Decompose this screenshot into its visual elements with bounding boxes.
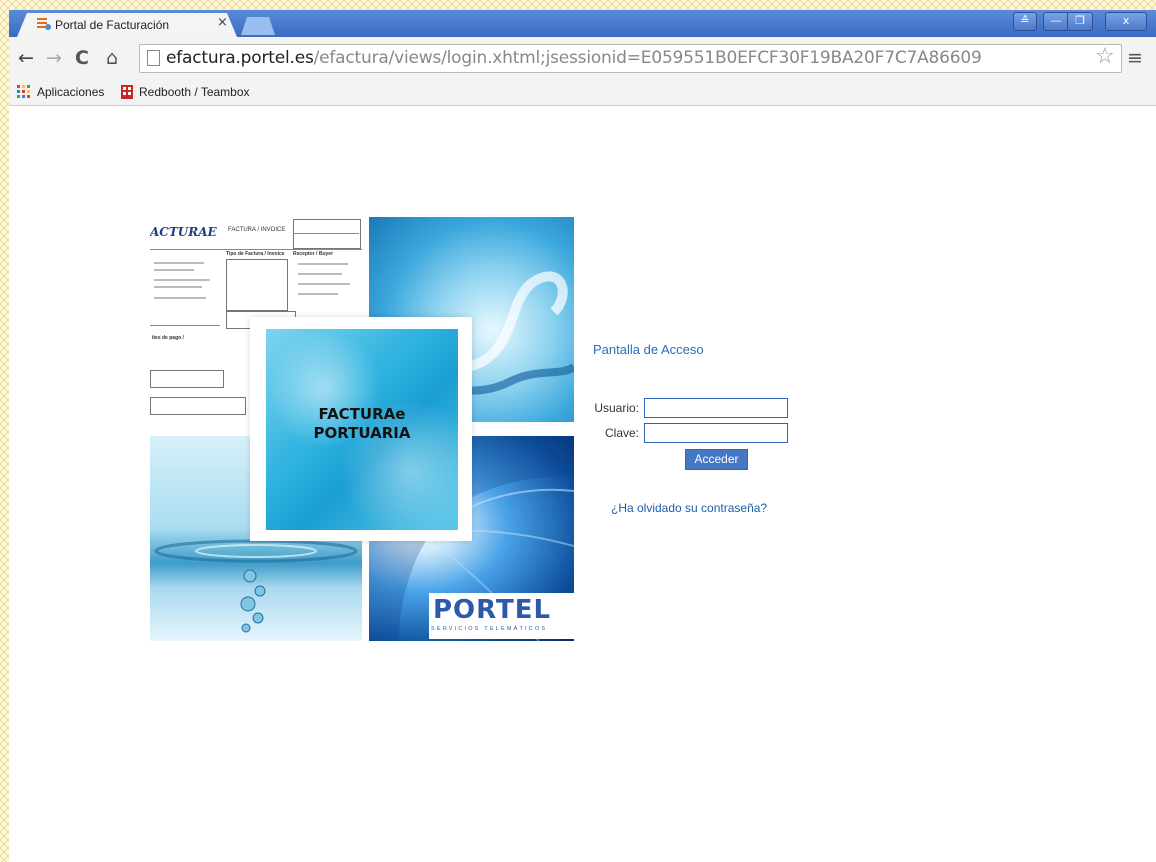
invoice-table (150, 397, 246, 415)
invoice-text-line (154, 279, 210, 281)
bookmark-redbooth-label: Redbooth / Teambox (139, 85, 250, 99)
portel-logo-text: PORTEL (433, 595, 552, 625)
login-submit-button[interactable]: Acceder (685, 449, 748, 470)
forgot-password-link[interactable]: ¿Ha olvidado su contraseña? (611, 501, 767, 515)
title-bar: Portal de Facturación × ≙ — ❐ x (9, 10, 1156, 37)
address-bar[interactable]: efactura.portel.es/efactura/views/login.… (139, 44, 1122, 73)
invoice-brand: ACTURAE (150, 225, 217, 239)
portel-tagline: SERVICIOS TELEMÁTICOS (431, 626, 548, 632)
portal-favicon-icon (37, 18, 51, 30)
desktop-background-top (0, 0, 1156, 10)
center-photo-frame: FACTURAe PORTUARIA (250, 317, 472, 541)
invoice-rule (150, 325, 220, 326)
browser-toolbar: ← → C ⌂ efactura.portel.es/efactura/view… (9, 37, 1156, 79)
url-path: /efactura/views/login.xhtml;jsessionid=E… (313, 48, 982, 68)
invoice-text-line (298, 263, 348, 265)
maximize-button[interactable]: ❐ (1067, 12, 1093, 31)
invoice-rule (293, 233, 359, 234)
tab-title: Portal de Facturación (55, 18, 170, 32)
new-tab-button[interactable] (241, 17, 275, 35)
invoice-section-tipo: Tipo de Factura / Invoice (226, 251, 285, 257)
bookmark-star-icon[interactable]: ☆ (1095, 45, 1115, 69)
login-title: Pantalla de Acceso (593, 342, 704, 357)
invoice-section-receptor: Receptor / Buyer (293, 251, 334, 257)
url-host: efactura.portel.es (166, 48, 314, 68)
portel-logo: PORTEL SERVICIOS TELEMÁTICOS (429, 593, 574, 639)
tab-close-icon[interactable]: × (217, 16, 228, 30)
desktop-background-left (0, 0, 9, 862)
invoice-table (150, 370, 224, 388)
url-text[interactable]: efactura.portel.es/efactura/views/login.… (166, 48, 982, 68)
bookmarks-bar: Aplicaciones Redbooth / Teambox (9, 79, 1156, 106)
password-label: Clave: (604, 426, 639, 440)
menu-icon[interactable]: ≡ (1127, 47, 1143, 69)
page-icon (147, 50, 160, 66)
facturae-portuaria-title: FACTURAe PORTUARIA (313, 405, 411, 442)
invoice-text-line (154, 286, 202, 288)
redbooth-icon (121, 85, 133, 99)
browser-window: Portal de Facturación × ≙ — ❐ x ← → C ⌂ … (9, 10, 1156, 862)
invoice-text-line (298, 273, 342, 275)
invoice-text-line (298, 283, 350, 285)
user-profile-icon[interactable]: ≙ (1013, 12, 1037, 31)
minimize-button[interactable]: — (1043, 12, 1069, 31)
password-input[interactable] (644, 423, 788, 443)
bookmark-apps-label: Aplicaciones (37, 85, 105, 99)
invoice-header: FACTURA / INVOICE (228, 227, 286, 233)
invoice-text-line (154, 262, 204, 264)
apps-grid-icon (17, 85, 30, 98)
forward-arrow-icon[interactable]: → (43, 47, 65, 69)
invoice-section-pago: ites de pago / (152, 335, 184, 341)
pool-water-image: FACTURAe PORTUARIA (266, 329, 458, 530)
invoice-text-line (154, 297, 206, 299)
bookmark-apps[interactable]: Aplicaciones (17, 83, 104, 101)
reload-icon[interactable]: C (71, 47, 93, 69)
bookmark-redbooth[interactable]: Redbooth / Teambox (121, 83, 250, 101)
username-label: Usuario: (594, 401, 639, 415)
invoice-text-line (154, 269, 194, 271)
facturae-collage-image: ACTURAE FACTURA / INVOICE Tipo de Factur… (150, 217, 574, 641)
invoice-table (226, 259, 288, 311)
invoice-text-line (298, 293, 338, 295)
tab-active[interactable]: Portal de Facturación × (17, 13, 237, 37)
close-window-button[interactable]: x (1105, 12, 1147, 31)
invoice-box (293, 219, 361, 249)
page-content: ACTURAE FACTURA / INVOICE Tipo de Factur… (9, 106, 1156, 862)
home-icon[interactable]: ⌂ (101, 47, 123, 69)
username-input[interactable] (644, 398, 788, 418)
back-arrow-icon[interactable]: ← (15, 47, 37, 69)
invoice-rule (150, 249, 362, 250)
